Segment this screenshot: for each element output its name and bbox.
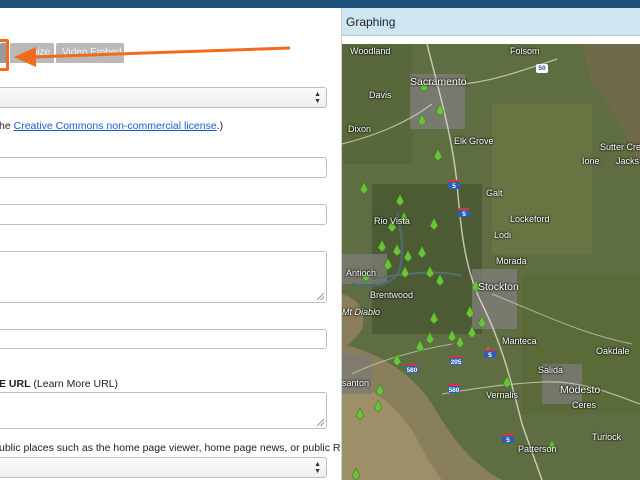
interstate-shield: 5 [448,180,460,190]
public-visibility-select[interactable]: ▲ ▼ [0,457,327,478]
license-select[interactable]: ▲ ▼ [0,87,327,108]
city-label: Davis [369,90,392,100]
public-places-label: ublic places such as the home page viewe… [0,442,341,454]
interstate-shield: 580 [406,364,418,374]
tab-customize[interactable]: …mize [10,43,54,63]
city-label: Jacks [616,156,640,166]
city-label: Lodi [494,230,512,240]
map-header: Graphing [342,8,640,36]
resize-grip-icon[interactable] [317,419,324,426]
city-label: Sacramento [410,76,467,88]
city-label: Ione [582,156,600,166]
city-label: Sutter Cree [600,142,640,152]
interstate-shield: 5 [484,349,496,359]
interstate-shield: 5 [458,208,470,218]
license-note-suffix: .) [216,120,224,132]
top-nav-bar [0,0,640,8]
city-label: Elk Grove [454,136,494,146]
learn-more-label: E URL (Learn More URL) [0,378,118,390]
map-panel: Graphing Woodland Folsom Davis Sacrament… [342,8,640,480]
city-label: Turlock [592,432,622,442]
city-label: Oakdale [596,346,630,356]
learn-more-url-textarea[interactable] [0,392,327,429]
city-label: Rio Vista [374,216,410,226]
highway-shield: 50 [536,64,548,73]
license-note-prefix: he [0,120,14,132]
form-panel: …mize Video Embed ▲ ▼ he Creative Commons… [0,8,342,480]
city-label: santon [342,378,370,388]
select-arrows-icon: ▲ ▼ [314,91,321,105]
description-textarea[interactable] [0,251,327,303]
city-label: Manteca [502,336,537,346]
city-label: Vernalis [486,390,519,400]
highlight-box [0,39,9,71]
city-label: Modesto [560,384,601,396]
select-arrows-icon: ▲ ▼ [314,461,321,475]
author-input[interactable] [0,204,327,225]
city-label: Galt [486,188,503,198]
interstate-shield: 5 [502,434,514,444]
learn-more-label-bold: E URL [0,378,31,390]
tags-input[interactable] [0,329,327,349]
city-label: Lockeford [510,214,550,224]
resize-grip-icon[interactable] [317,293,324,300]
satellite-map[interactable]: Woodland Folsom Davis Sacramento Dixon E… [342,44,640,480]
city-label: Salida [538,365,564,375]
city-label: Stockton [478,281,519,293]
interstate-shield: 205 [450,356,462,366]
city-label: Ceres [572,400,597,410]
tab-bar: …mize Video Embed [0,43,124,63]
learn-more-hint: (Learn More URL) [30,378,119,390]
city-label: Woodland [350,46,391,56]
city-label: Brentwood [370,290,414,300]
city-label: Folsom [510,46,540,56]
map-header-title: Graphing [346,15,396,29]
city-label: Mt Diablo [342,307,381,317]
license-link[interactable]: Creative Commons non-commercial license [14,120,217,132]
city-label: Patterson [518,444,557,454]
interstate-shield: 580 [448,384,460,394]
city-label: Dixon [348,124,372,134]
title-input[interactable] [0,157,327,178]
map-terrain [342,44,640,480]
city-label: Antioch [346,268,377,278]
tab-video-embed[interactable]: Video Embed [56,43,124,63]
city-label: Morada [496,256,527,266]
license-note: he Creative Commons non-commercial licen… [0,120,223,132]
